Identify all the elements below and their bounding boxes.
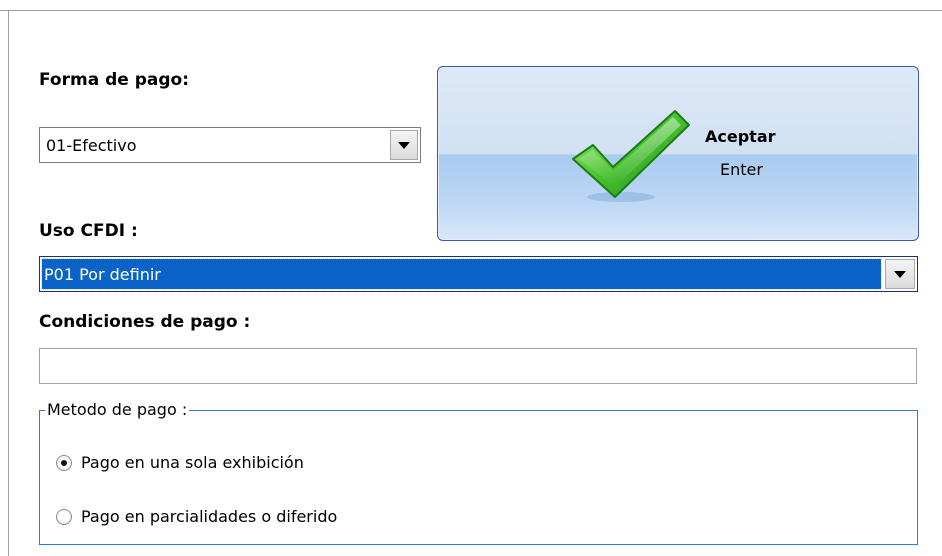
condiciones-pago-label: Condiciones de pago :: [39, 312, 251, 332]
chevron-down-icon: [398, 141, 410, 149]
uso-cfdi-select[interactable]: P01 Por definir: [39, 256, 918, 292]
accept-button-title: Aceptar: [705, 127, 776, 146]
forma-pago-select[interactable]: 01-Efectivo: [39, 127, 421, 163]
window-left-border: [8, 10, 9, 556]
accept-button[interactable]: Aceptar Enter: [437, 66, 919, 241]
uso-cfdi-dropdown-button[interactable]: [885, 259, 915, 289]
chevron-down-icon: [894, 270, 906, 278]
checkmark-icon: [572, 110, 690, 202]
radio-option-sola-exhibicion[interactable]: Pago en una sola exhibición: [56, 453, 304, 472]
radio-option-parcialidades[interactable]: Pago en parcialidades o diferido: [56, 507, 337, 526]
window-top-border: [0, 10, 942, 11]
metodo-pago-legend: Metodo de pago :: [45, 400, 190, 419]
forma-pago-value: 01-Efectivo: [46, 135, 137, 155]
radio-button[interactable]: [56, 508, 72, 525]
radio-button-checked[interactable]: [56, 454, 72, 471]
condiciones-pago-input[interactable]: [39, 348, 917, 384]
radio-label: Pago en una sola exhibición: [81, 453, 304, 472]
metodo-pago-group: Metodo de pago : Pago en una sola exhibi…: [39, 400, 918, 545]
radio-label: Pago en parcialidades o diferido: [81, 507, 338, 526]
uso-cfdi-label: Uso CFDI :: [39, 221, 138, 241]
accept-button-shortcut: Enter: [720, 160, 763, 179]
forma-pago-dropdown-button[interactable]: [390, 130, 418, 160]
uso-cfdi-value: P01 Por definir: [41, 258, 882, 290]
forma-pago-label: Forma de pago:: [39, 70, 189, 90]
